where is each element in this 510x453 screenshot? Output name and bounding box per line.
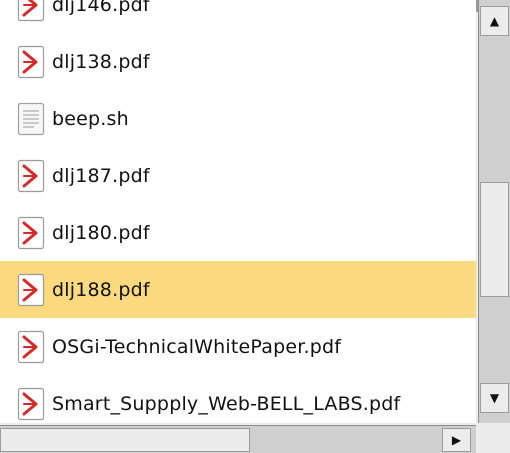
scroll-up-button[interactable]: ▲ xyxy=(480,6,509,36)
file-name: OSGi-TechnicalWhitePaper.pdf xyxy=(52,335,342,358)
scroll-down-button[interactable]: ▼ xyxy=(480,383,509,413)
pdf-file-icon xyxy=(17,273,45,307)
file-list-view[interactable]: dlj146.pdf dlj138.pdf beep.sh dlj187.pdf dlj… xyxy=(0,0,476,423)
file-row[interactable]: OSGi-TechnicalWhitePaper.pdf xyxy=(0,318,476,375)
file-name: dlj138.pdf xyxy=(52,50,150,73)
file-row[interactable]: beep.sh xyxy=(0,90,476,147)
file-row[interactable]: dlj188.pdf xyxy=(0,261,476,318)
arrow-up-icon: ▲ xyxy=(489,14,500,28)
pdf-file-icon xyxy=(17,159,45,193)
file-row[interactable]: dlj138.pdf xyxy=(0,33,476,90)
file-name: dlj180.pdf xyxy=(52,221,150,244)
file-name: dlj187.pdf xyxy=(52,164,150,187)
file-name: beep.sh xyxy=(52,107,129,130)
file-row[interactable]: Smart_Suppply_Web-BELL_LABS.pdf xyxy=(0,375,476,423)
horizontal-scrollbar[interactable]: ▶ xyxy=(0,425,476,453)
pdf-file-icon xyxy=(17,0,45,22)
pdf-file-icon xyxy=(17,45,45,79)
pdf-file-icon xyxy=(17,216,45,250)
scroll-right-button[interactable]: ▶ xyxy=(442,428,471,452)
file-name: dlj188.pdf xyxy=(52,278,150,301)
vertical-scroll-thumb[interactable] xyxy=(480,182,509,297)
arrow-down-icon: ▼ xyxy=(489,391,500,405)
file-row[interactable]: dlj180.pdf xyxy=(0,204,476,261)
pdf-file-icon xyxy=(17,330,45,364)
file-name: dlj146.pdf xyxy=(52,0,150,16)
file-row[interactable]: dlj187.pdf xyxy=(0,147,476,204)
horizontal-scroll-thumb[interactable] xyxy=(0,428,250,452)
scrollbar-corner xyxy=(476,423,510,453)
arrow-right-icon: ▶ xyxy=(451,433,462,447)
pdf-file-icon xyxy=(17,387,45,421)
file-name: Smart_Suppply_Web-BELL_LABS.pdf xyxy=(52,392,401,415)
text-file-icon xyxy=(17,102,45,136)
vertical-scrollbar[interactable]: ▲ ▼ xyxy=(478,0,510,423)
file-row[interactable]: dlj146.pdf xyxy=(0,0,476,33)
file-list: dlj146.pdf dlj138.pdf beep.sh dlj187.pdf dlj… xyxy=(0,0,476,423)
